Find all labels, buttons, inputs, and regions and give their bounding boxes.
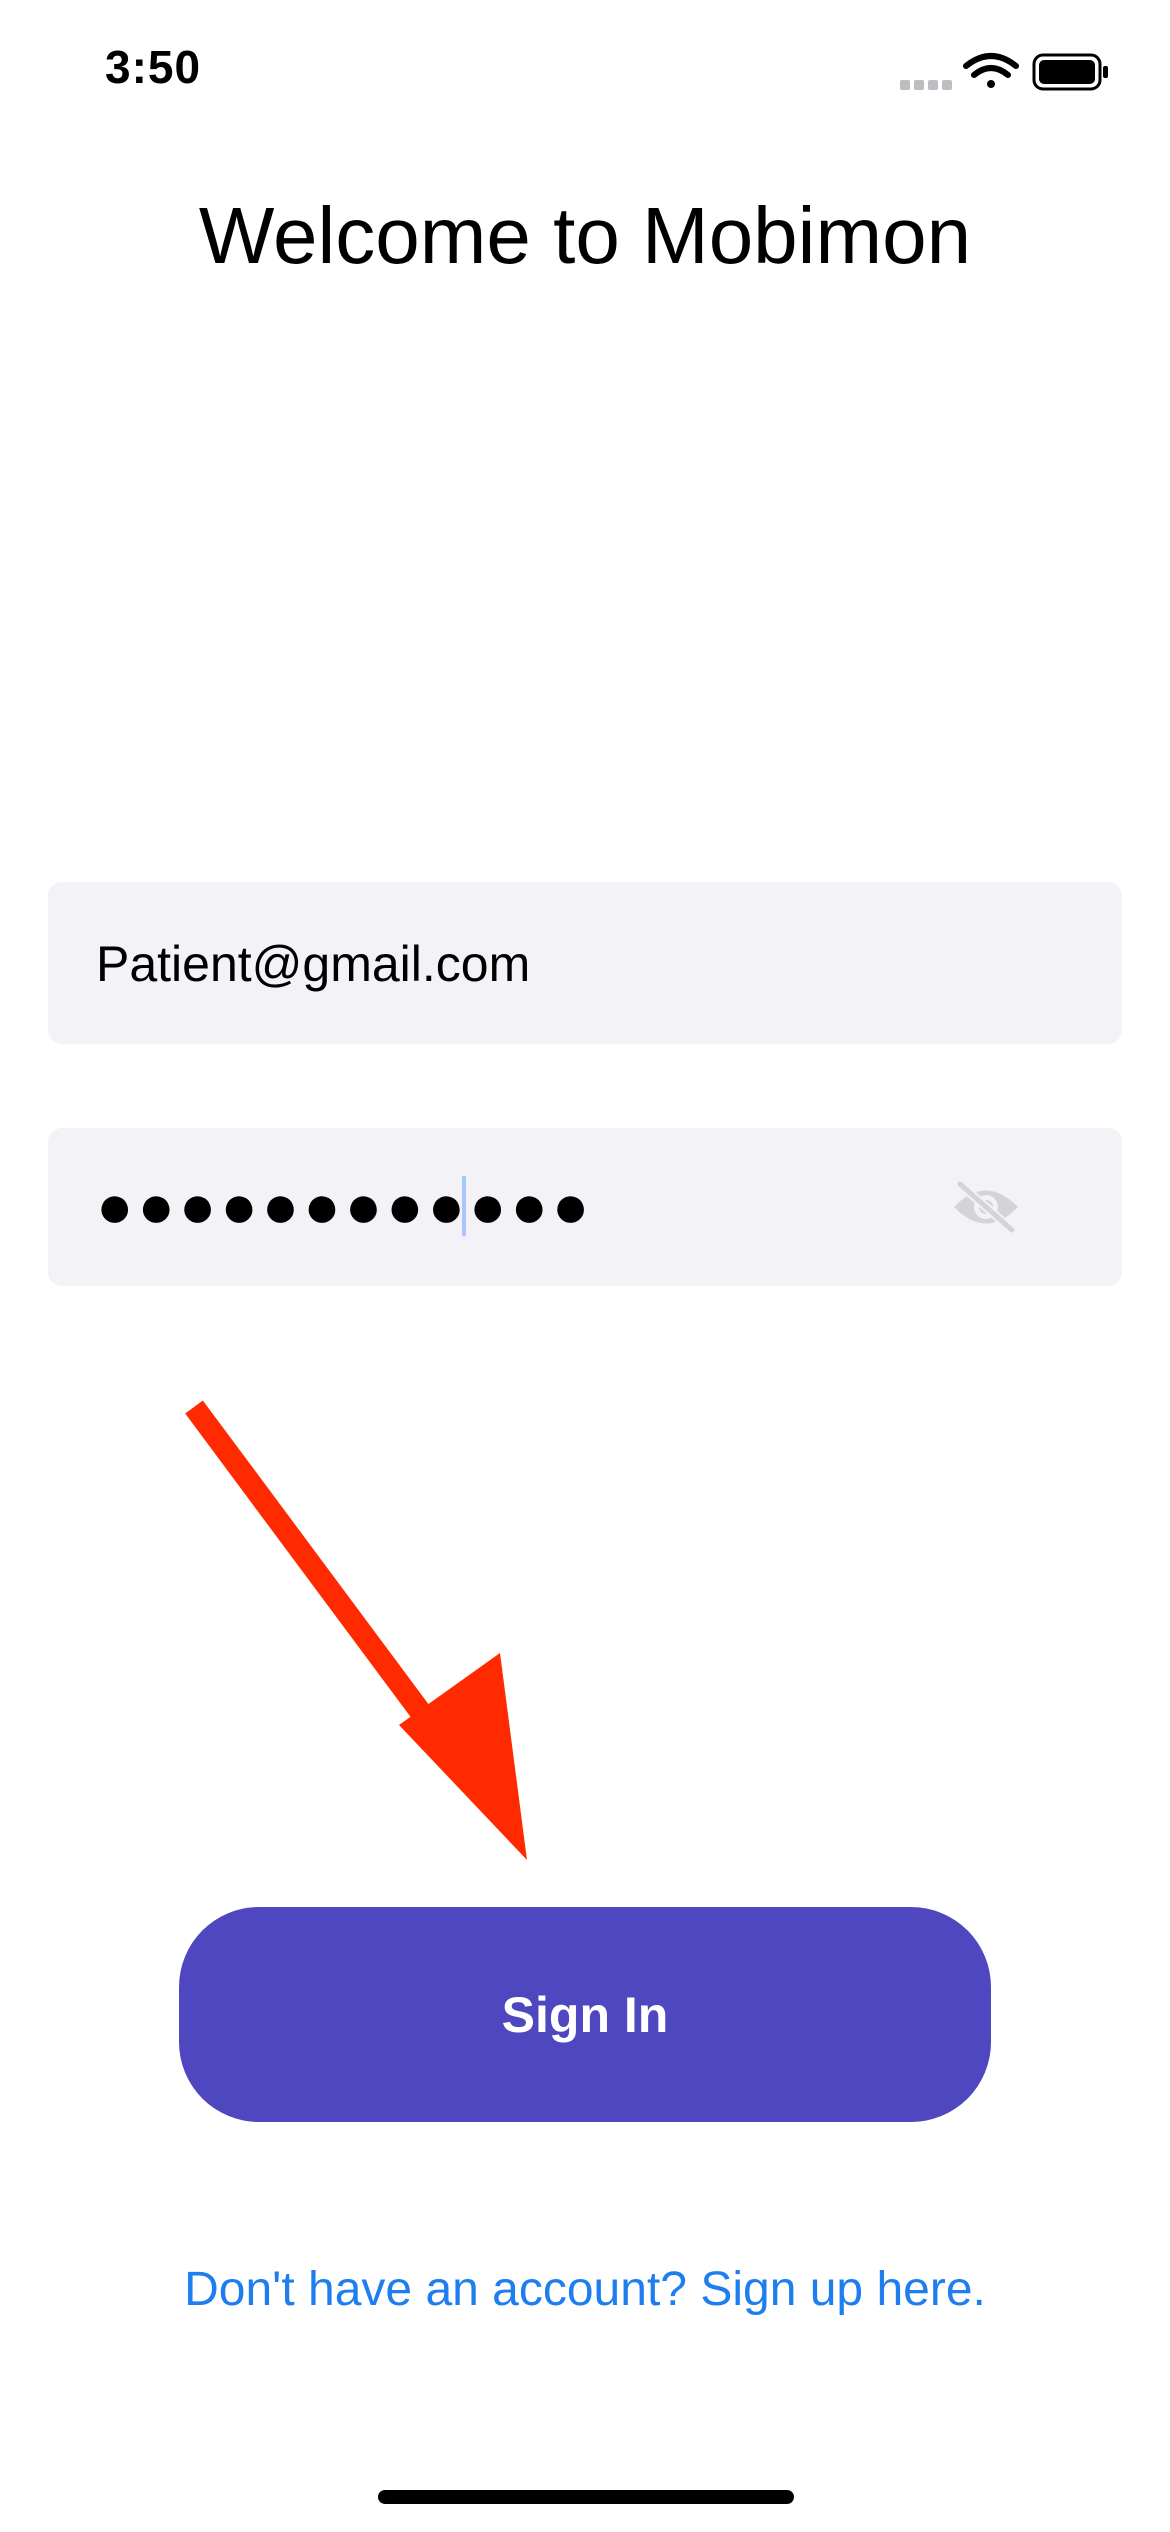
- sign-in-button[interactable]: Sign In: [179, 1907, 991, 2122]
- text-caret: [462, 1176, 466, 1236]
- battery-icon: [1032, 53, 1108, 91]
- eye-slash-icon[interactable]: [950, 1179, 1022, 1235]
- sign-in-label: Sign In: [501, 1986, 669, 2043]
- email-field[interactable]: Patient@gmail.com: [48, 882, 1122, 1044]
- status-time: 3:50: [105, 41, 202, 93]
- page-title: Welcome to Mobimon: [198, 191, 972, 280]
- password-field[interactable]: ●●●●●●●●●●●●: [48, 1128, 1122, 1286]
- status-icons: [900, 52, 1120, 96]
- password-value: ●●●●●●●●●●●●: [96, 1172, 594, 1241]
- cellular-signal-icon: [900, 80, 952, 90]
- home-indicator[interactable]: [378, 2490, 794, 2504]
- annotation-arrow: [170, 1395, 550, 1875]
- email-value: Patient@gmail.com: [96, 936, 531, 992]
- sign-up-link[interactable]: Don't have an account? Sign up here.: [0, 2262, 1170, 2317]
- wifi-icon: [963, 53, 1019, 88]
